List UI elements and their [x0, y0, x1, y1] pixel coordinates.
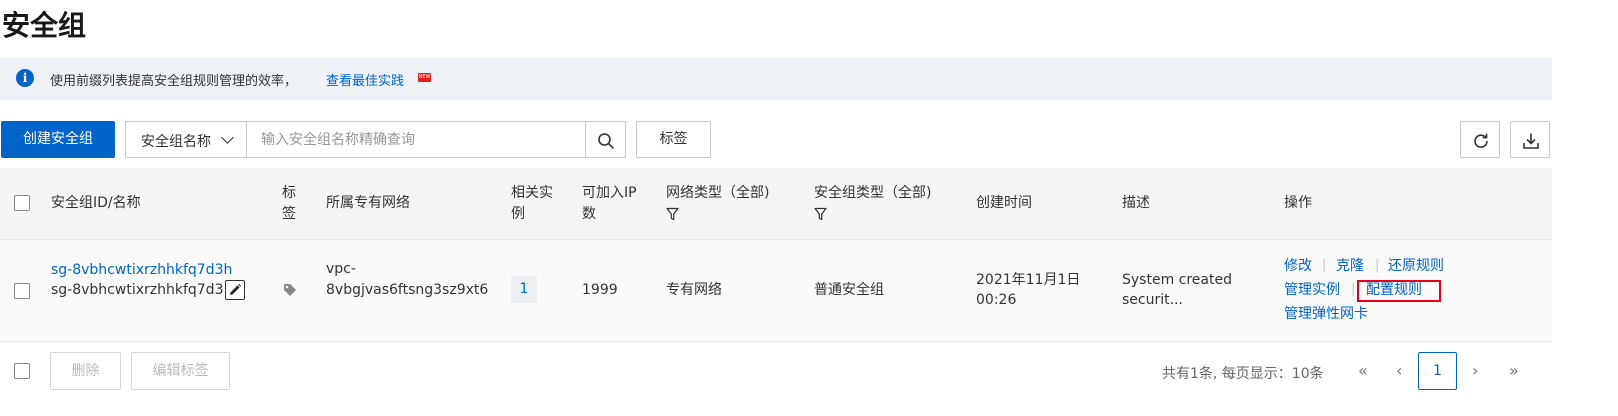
search-input[interactable]	[247, 121, 586, 158]
search-field-select-value: 安全组名称	[141, 134, 211, 150]
security-group-id-link[interactable]: sg-8vbhcwtixrzhhkfq7d3h	[51, 260, 232, 280]
tag-filter-button[interactable]: 标签	[636, 121, 711, 158]
search-button[interactable]	[585, 121, 626, 158]
header-network-type[interactable]: 网络类型（全部)	[666, 183, 786, 225]
header-description: 描述	[1122, 195, 1150, 211]
refresh-icon	[1474, 133, 1488, 148]
edit-tags-button[interactable]: 编辑标签	[131, 352, 230, 390]
action-separator: |	[1375, 258, 1380, 273]
description-line1: System created	[1122, 272, 1232, 288]
sg-type-value: 普通安全组	[814, 282, 884, 298]
header-sg-type-label: 安全组类型（全部)	[814, 185, 932, 201]
header-vpc: 所属专有网络	[326, 195, 410, 211]
header-actions: 操作	[1284, 195, 1312, 211]
new-badge: NEW	[418, 73, 431, 82]
tag-icon[interactable]	[283, 283, 297, 297]
best-practice-link[interactable]: 查看最佳实践	[326, 70, 404, 89]
delete-button[interactable]: 删除	[50, 352, 121, 390]
modify-link[interactable]: 修改	[1284, 256, 1312, 276]
prev-page-icon[interactable]: ‹	[1396, 360, 1402, 382]
manage-eni-link[interactable]: 管理弹性网卡	[1284, 304, 1368, 324]
info-notice: i 使用前缀列表提高安全组规则管理的效率， 查看最佳实践 NEW	[0, 58, 1552, 100]
next-page-icon[interactable]: ›	[1472, 360, 1478, 382]
last-page-icon[interactable]: »	[1509, 360, 1519, 382]
footer-select-all-checkbox[interactable]	[14, 363, 30, 379]
joinable-ip-count: 1999	[582, 282, 618, 298]
created-date: 2021年11月1日	[976, 272, 1081, 288]
restore-rules-link[interactable]: 还原规则	[1388, 256, 1444, 276]
header-id-name: 安全组ID/名称	[51, 195, 141, 211]
vpc-id-line2: 8vbgjvas6ftsng3sz9xt6	[326, 282, 489, 298]
download-icon	[1523, 133, 1539, 149]
chevron-down-icon	[221, 131, 234, 144]
created-time: 00:26	[976, 292, 1017, 308]
table-header: 安全组ID/名称 标签 所属专有网络 相关实例 可加入IP数 网络类型（全部) …	[0, 168, 1552, 240]
refresh-button[interactable]	[1460, 121, 1500, 158]
search-icon	[598, 133, 614, 149]
manage-instances-link[interactable]: 管理实例	[1284, 280, 1340, 300]
header-tag: 标签	[282, 185, 296, 222]
security-group-name: sg-8vbhcwtixrzhhkfq7d3...	[51, 282, 237, 298]
related-instances-count[interactable]: 1	[511, 276, 537, 303]
row-checkbox[interactable]	[14, 283, 30, 299]
header-created-time: 创建时间	[976, 195, 1032, 211]
header-sg-type[interactable]: 安全组类型（全部)	[814, 183, 954, 225]
edit-name-button[interactable]	[225, 280, 245, 300]
page-title: 安全组	[2, 9, 87, 42]
info-icon: i	[16, 69, 34, 87]
filter-icon[interactable]	[666, 207, 679, 221]
vpc-id-line1: vpc-	[326, 261, 356, 277]
header-joinable-ip: 可加入IP数	[582, 185, 637, 222]
current-page-button[interactable]: 1	[1418, 352, 1457, 390]
network-type-value: 专有网络	[666, 282, 722, 298]
description-line2: securit...	[1122, 292, 1183, 308]
filter-icon[interactable]	[814, 207, 827, 221]
action-separator: |	[1322, 258, 1327, 273]
pencil-icon	[230, 283, 242, 295]
create-security-group-button[interactable]: 创建安全组	[1, 121, 115, 158]
search-field-select[interactable]: 安全组名称	[125, 121, 247, 158]
header-related-instances: 相关实例	[511, 185, 553, 222]
clone-link[interactable]: 克隆	[1336, 256, 1364, 276]
download-button[interactable]	[1510, 121, 1550, 158]
highlight-box	[1357, 280, 1441, 302]
first-page-icon[interactable]: «	[1358, 360, 1368, 382]
header-network-type-label: 网络类型（全部)	[666, 185, 770, 201]
action-separator: |	[1351, 282, 1356, 297]
table-row: sg-8vbhcwtixrzhhkfq7d3h sg-8vbhcwtixrzhh…	[0, 240, 1552, 342]
select-all-checkbox[interactable]	[14, 195, 30, 211]
pagination-summary: 共有1条, 每页显示：10条	[1162, 366, 1324, 382]
notice-message: 使用前缀列表提高安全组规则管理的效率，	[50, 74, 298, 89]
